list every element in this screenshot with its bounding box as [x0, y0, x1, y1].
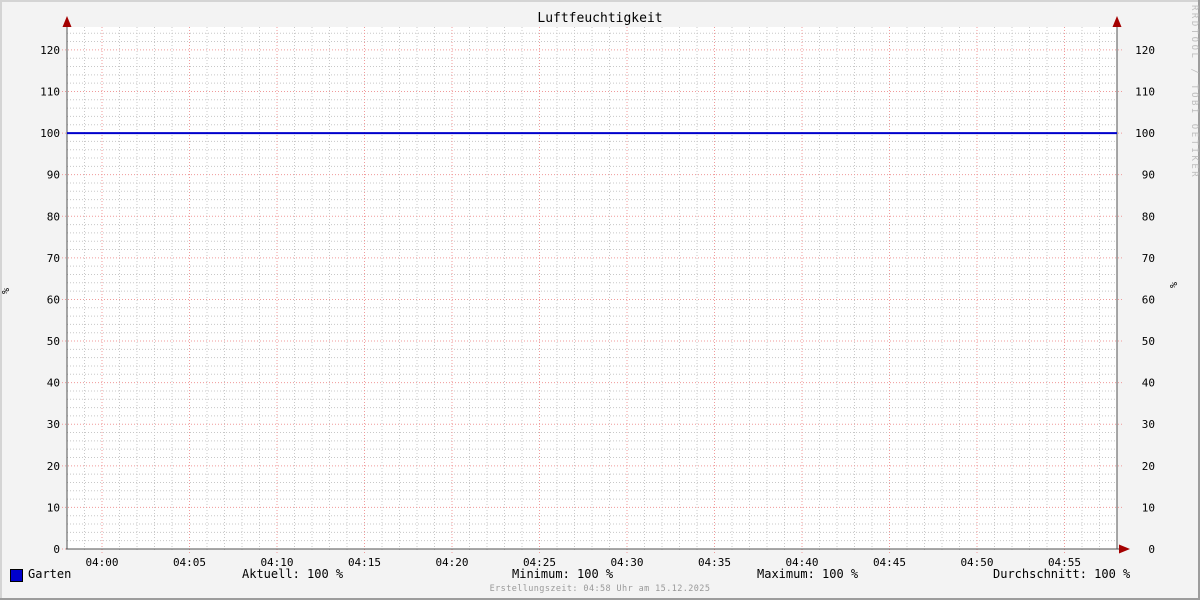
- stat-minimum: Minimum: 100 %: [512, 567, 614, 581]
- y-tick-label-right: 110: [1135, 85, 1155, 98]
- y-tick-label-left: 30: [47, 418, 60, 431]
- y-tick-label-right: 90: [1142, 169, 1155, 182]
- y-tick-label-right: 70: [1142, 252, 1155, 265]
- y-tick-label-left: 50: [47, 335, 60, 348]
- watermark: RRDTOOL / TOBI OETIKER: [1189, 5, 1199, 180]
- y-tick-label-right: 30: [1142, 418, 1155, 431]
- y-axis-arrow-left: [62, 16, 72, 27]
- stat-aktuell: Aktuell: 100 %: [242, 567, 344, 581]
- y-tick-label-right: 60: [1142, 293, 1155, 306]
- y-tick-label-left: 110: [40, 85, 60, 98]
- series-label: Garten: [28, 567, 72, 581]
- y-tick-label-right: 80: [1142, 210, 1155, 223]
- y-tick-label-right: 10: [1142, 501, 1155, 514]
- x-tick-label: 04:35: [698, 556, 731, 569]
- y-tick-label-right: 0: [1148, 543, 1155, 556]
- x-tick-label: 04:15: [348, 556, 381, 569]
- x-tick-label: 04:20: [435, 556, 468, 569]
- x-tick-label: 04:05: [173, 556, 206, 569]
- chart-svg: 0 0 10 10 20 20 30 30 40 40 50 50 60 60 70 70 80 80 90 90 10…: [40, 16, 1155, 569]
- x-tick-label: 04:30: [610, 556, 643, 569]
- series-swatch-garten: [10, 569, 23, 582]
- creation-time: Erstellungszeit: 04:58 Uhr am 15.12.2025: [489, 584, 711, 594]
- y-tick-label-right: 20: [1142, 460, 1155, 473]
- stat-durchschnitt: Durchschnitt: 100 %: [993, 567, 1131, 581]
- y-tick-label-left: 40: [47, 377, 60, 390]
- y-axis-unit-left: %: [1, 287, 13, 295]
- y-tick-label-left: 0: [53, 543, 60, 556]
- x-tick-label: 04:00: [85, 556, 118, 569]
- x-tick-label: 04:50: [960, 556, 993, 569]
- y-tick-label-left: 60: [47, 293, 60, 306]
- y-tick-label-left: 10: [47, 501, 60, 514]
- y-tick-label-right: 100: [1135, 127, 1155, 140]
- y-tick-label-left: 100: [40, 127, 60, 140]
- x-tick-label: 04:45: [873, 556, 906, 569]
- y-tick-label-right: 50: [1142, 335, 1155, 348]
- y-tick-label-left: 120: [40, 44, 60, 57]
- rrdtool-graph: Luftfeuchtigkeit 0 0 10 10 20 20 30 30 40 40 50 50 6…: [0, 0, 1200, 600]
- y-axis-arrow-right: [1112, 16, 1122, 27]
- y-tick-label-left: 80: [47, 210, 60, 223]
- y-tick-label-left: 20: [47, 460, 60, 473]
- y-tick-label-left: 70: [47, 252, 60, 265]
- x-axis-arrow: [1119, 544, 1130, 554]
- y-tick-label-right: 120: [1135, 44, 1155, 57]
- y-tick-label-left: 90: [47, 169, 60, 182]
- stat-maximum: Maximum: 100 %: [757, 567, 859, 581]
- y-tick-label-right: 40: [1142, 377, 1155, 390]
- y-axis-unit-right: %: [1169, 281, 1181, 289]
